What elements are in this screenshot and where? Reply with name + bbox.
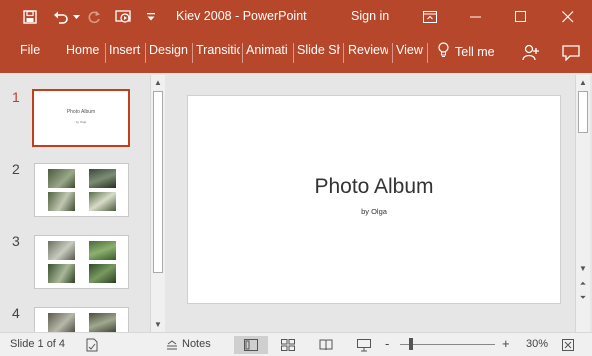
tab-separator (392, 43, 393, 63)
slide-thumbnail-pane: 1 Photo Album by Olga 2 3 4 ▲ ▼ (0, 73, 166, 333)
redo-icon[interactable] (84, 0, 104, 34)
scroll-down-icon[interactable]: ▼ (576, 261, 590, 275)
current-slide[interactable]: Photo Album by Olga (187, 95, 561, 304)
spelling-check-icon[interactable] (84, 336, 100, 354)
slide-thumbnail-4[interactable] (34, 307, 129, 333)
slide-counter: Slide 1 of 4 (10, 338, 66, 350)
sign-in-link[interactable]: Sign in (351, 9, 389, 23)
zoom-slider-thumb[interactable] (409, 338, 413, 350)
customize-qat-icon[interactable] (144, 0, 158, 34)
photo-thumbnail (89, 241, 116, 260)
slide-thumbnail-2[interactable] (34, 163, 129, 217)
photo-thumbnail (89, 313, 116, 333)
photo-thumbnail (48, 241, 75, 260)
tab-separator (427, 43, 428, 63)
photo-thumbnail (89, 192, 116, 211)
notes-icon[interactable] (164, 336, 180, 354)
tab-separator (293, 43, 294, 63)
slide-title[interactable]: Photo Album (188, 175, 560, 199)
scroll-down-icon[interactable]: ▼ (151, 317, 165, 331)
thumbnail-scrollbar[interactable]: ▲ ▼ (150, 75, 165, 332)
maximize-button[interactable] (500, 0, 542, 34)
ribbon-tabs: File Home Insert Design Transitic Animat… (0, 34, 592, 73)
scroll-thumb[interactable] (578, 91, 588, 133)
photo-thumbnail (89, 169, 116, 188)
reading-view-icon[interactable] (316, 336, 336, 354)
tab-separator (105, 43, 106, 63)
zoom-out-button[interactable]: - (385, 336, 389, 351)
save-icon[interactable] (18, 0, 42, 34)
tab-review[interactable]: Review (348, 43, 388, 57)
zoom-slider[interactable] (400, 344, 495, 345)
tab-transitions[interactable]: Transitic (196, 43, 240, 57)
tab-separator (145, 43, 146, 63)
photo-thumbnail (48, 169, 75, 188)
slide-number: 2 (12, 161, 20, 177)
slide-thumbnail-1[interactable]: Photo Album by Olga (32, 89, 130, 147)
slide-sorter-icon[interactable] (278, 336, 298, 354)
tab-home[interactable]: Home (66, 43, 102, 57)
thumbnail-title: Photo Album (66, 109, 96, 115)
scroll-up-icon[interactable]: ▲ (151, 75, 165, 89)
zoom-level[interactable]: 30% (526, 338, 548, 350)
slide-number: 3 (12, 233, 20, 249)
photo-thumbnail (48, 264, 75, 283)
photo-thumbnail (48, 313, 75, 333)
slide-show-icon[interactable] (354, 336, 374, 354)
slide-number: 4 (12, 305, 20, 321)
tell-me-box[interactable]: Tell me (438, 42, 495, 61)
title-bar: Kiev 2008 - PowerPoint Sign in (0, 0, 592, 34)
thumbnail-subtitle: by Olga (75, 120, 87, 124)
normal-view-icon[interactable] (234, 336, 268, 354)
fit-slide-to-window-icon[interactable] (560, 336, 576, 354)
photo-thumbnail (48, 192, 75, 211)
tab-separator (343, 43, 344, 63)
tab-separator (192, 43, 193, 63)
tab-file[interactable]: File (20, 43, 40, 57)
slide-number: 1 (12, 89, 20, 105)
undo-icon[interactable] (50, 0, 72, 34)
close-button[interactable] (547, 0, 589, 34)
tab-slide-show[interactable]: Slide Sh (297, 43, 340, 57)
next-slide-icon[interactable]: ⏷ (576, 291, 590, 305)
tab-design[interactable]: Design (149, 43, 191, 57)
undo-dropdown-icon[interactable] (71, 0, 81, 34)
share-icon[interactable] (519, 41, 543, 65)
lightbulb-icon (438, 42, 449, 61)
tab-animations[interactable]: Animati (246, 43, 289, 57)
slide-thumbnail-3[interactable] (34, 235, 129, 289)
tell-me-label: Tell me (455, 44, 495, 59)
tab-separator (242, 43, 243, 63)
slide-subtitle[interactable]: by Olga (188, 207, 560, 216)
window-title: Kiev 2008 - PowerPoint (176, 9, 307, 23)
minimize-button[interactable] (455, 0, 497, 34)
previous-slide-icon[interactable]: ⏶ (576, 277, 590, 291)
tab-insert[interactable]: Insert (109, 43, 143, 57)
scroll-thumb[interactable] (153, 91, 163, 273)
slide-scrollbar[interactable]: ▲ ▼ ⏶ ⏷ (575, 75, 590, 332)
ribbon-display-options-icon[interactable] (409, 0, 451, 34)
scroll-up-icon[interactable]: ▲ (576, 75, 590, 89)
start-from-beginning-icon[interactable] (112, 0, 136, 34)
comments-icon[interactable] (559, 41, 583, 65)
photo-thumbnail (89, 264, 116, 283)
notes-button[interactable]: Notes (182, 338, 211, 350)
tab-view[interactable]: View (396, 43, 424, 57)
zoom-in-button[interactable]: + (502, 336, 510, 351)
status-bar: Slide 1 of 4 Notes - + 30% (0, 332, 592, 356)
